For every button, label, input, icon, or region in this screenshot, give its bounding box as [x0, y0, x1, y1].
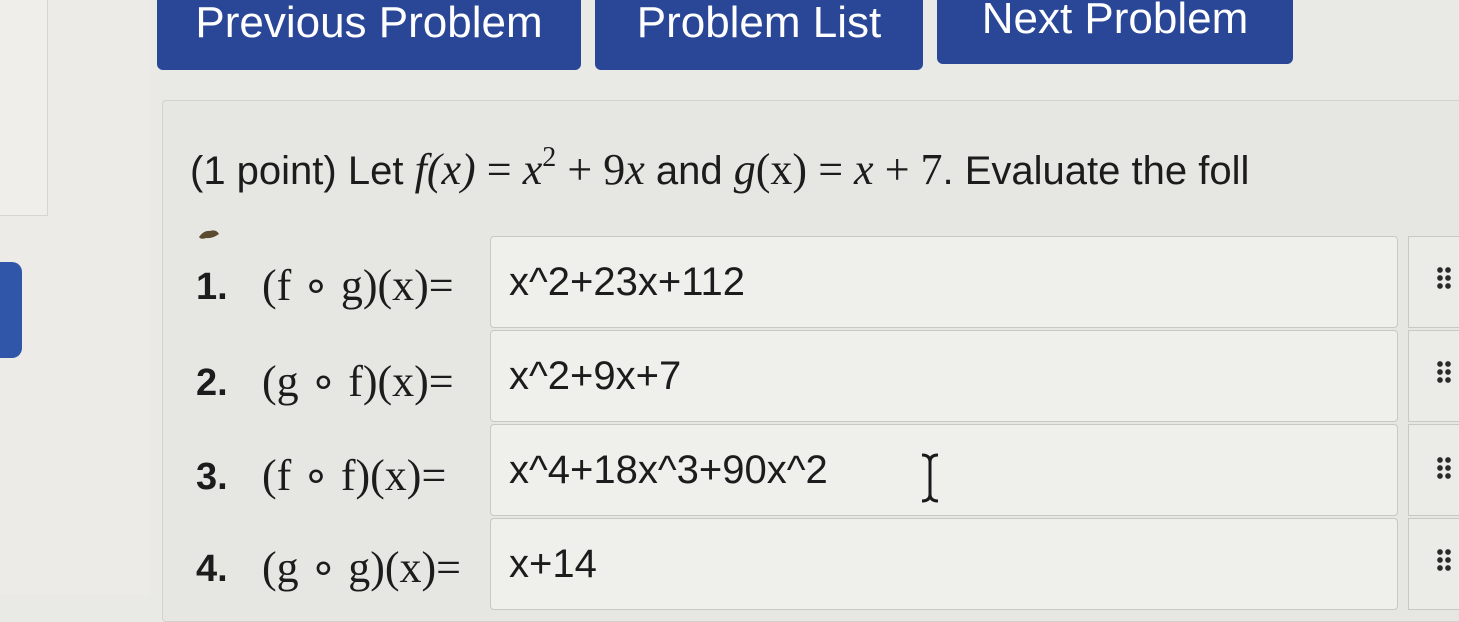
- question-label: (f ∘ g)(x)=: [262, 261, 454, 310]
- f-argument: (x): [426, 145, 476, 194]
- f-terms: + 9: [567, 145, 626, 194]
- g-name: g: [733, 145, 756, 194]
- drag-handle-icon[interactable]: [1436, 360, 1452, 384]
- problem-statement: (1 point) Let f(x) = x2 + 9x and g(x) = …: [190, 128, 1249, 201]
- problem-list-button[interactable]: Problem List: [595, 0, 923, 70]
- question-label: (f ∘ f)(x)=: [262, 451, 447, 500]
- drag-handle-icon[interactable]: [1436, 266, 1452, 290]
- answer-input-1[interactable]: [490, 236, 1398, 328]
- previous-problem-button[interactable]: Previous Problem: [157, 0, 581, 70]
- x-variable-2: x: [625, 145, 645, 194]
- question-number: 2.: [196, 362, 228, 404]
- x-variable-3: x: [854, 145, 874, 194]
- g-argument: (x): [755, 145, 808, 194]
- answer-input-3[interactable]: [490, 424, 1398, 516]
- question-label: (g ∘ f)(x)=: [262, 357, 454, 406]
- drag-handle-icon[interactable]: [1436, 456, 1452, 480]
- answer-input-2[interactable]: [490, 330, 1398, 422]
- side-panel: [0, 0, 48, 216]
- equals-sign-2: =: [818, 145, 855, 194]
- text-cursor-icon: [921, 453, 939, 503]
- equals-sign: =: [486, 145, 512, 194]
- statement-suffix: . Evaluate the foll: [942, 149, 1250, 193]
- and-text: and: [655, 149, 723, 193]
- smudge-icon: [199, 230, 219, 239]
- side-tab[interactable]: [0, 262, 22, 358]
- question-number: 3.: [196, 456, 228, 498]
- statement-prefix: (1 point) Let: [190, 149, 404, 193]
- g-terms: + 7: [884, 145, 943, 194]
- drag-handle-icon[interactable]: [1436, 548, 1452, 572]
- x-variable: x: [522, 145, 543, 194]
- question-number: 1.: [196, 266, 228, 308]
- answer-input-4[interactable]: [490, 518, 1398, 610]
- next-problem-button[interactable]: Next Problem: [937, 0, 1293, 64]
- f-name: f: [414, 145, 427, 194]
- exponent: 2: [542, 142, 557, 173]
- question-number: 4.: [196, 548, 228, 590]
- question-label: (g ∘ g)(x)=: [262, 543, 461, 592]
